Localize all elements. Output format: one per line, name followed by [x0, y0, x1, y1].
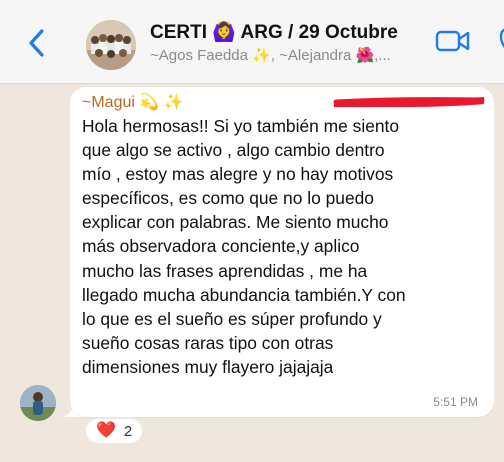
sender-name[interactable]: ~Magui 💫 ✨	[82, 92, 184, 112]
redacted-phone-scribble	[333, 97, 485, 107]
heart-icon: ❤️	[96, 422, 116, 439]
reaction-count: 2	[123, 422, 133, 440]
back-chevron-icon[interactable]	[26, 28, 48, 58]
group-photo-image	[86, 20, 136, 70]
chat-members-subtitle[interactable]: ~Agos Faedda ✨, ~Alejandra 🌺,...	[150, 46, 420, 64]
sender-photo-image	[20, 385, 56, 421]
message-bubble[interactable]: ~Magui 💫 ✨ Hola hermosas!! Si yo también…	[70, 87, 494, 417]
message-timestamp: 5:51 PM	[433, 395, 478, 409]
reaction-pill[interactable]: ❤️ 2	[84, 417, 145, 445]
chat-area: ~Magui 💫 ✨ Hola hermosas!! Si yo también…	[0, 85, 504, 462]
phone-icon[interactable]	[496, 26, 504, 56]
chat-header: CERTI 🙆‍♀️ ARG / 29 Octubre ~Agos Faedda…	[0, 0, 504, 84]
sender-avatar[interactable]	[20, 385, 56, 421]
video-camera-icon[interactable]	[435, 28, 471, 54]
message-text: Hola hermosas!! Si yo también me siento …	[82, 116, 406, 377]
group-avatar[interactable]	[86, 20, 136, 70]
chat-title[interactable]: CERTI 🙆‍♀️ ARG / 29 Octubre	[150, 20, 398, 44]
